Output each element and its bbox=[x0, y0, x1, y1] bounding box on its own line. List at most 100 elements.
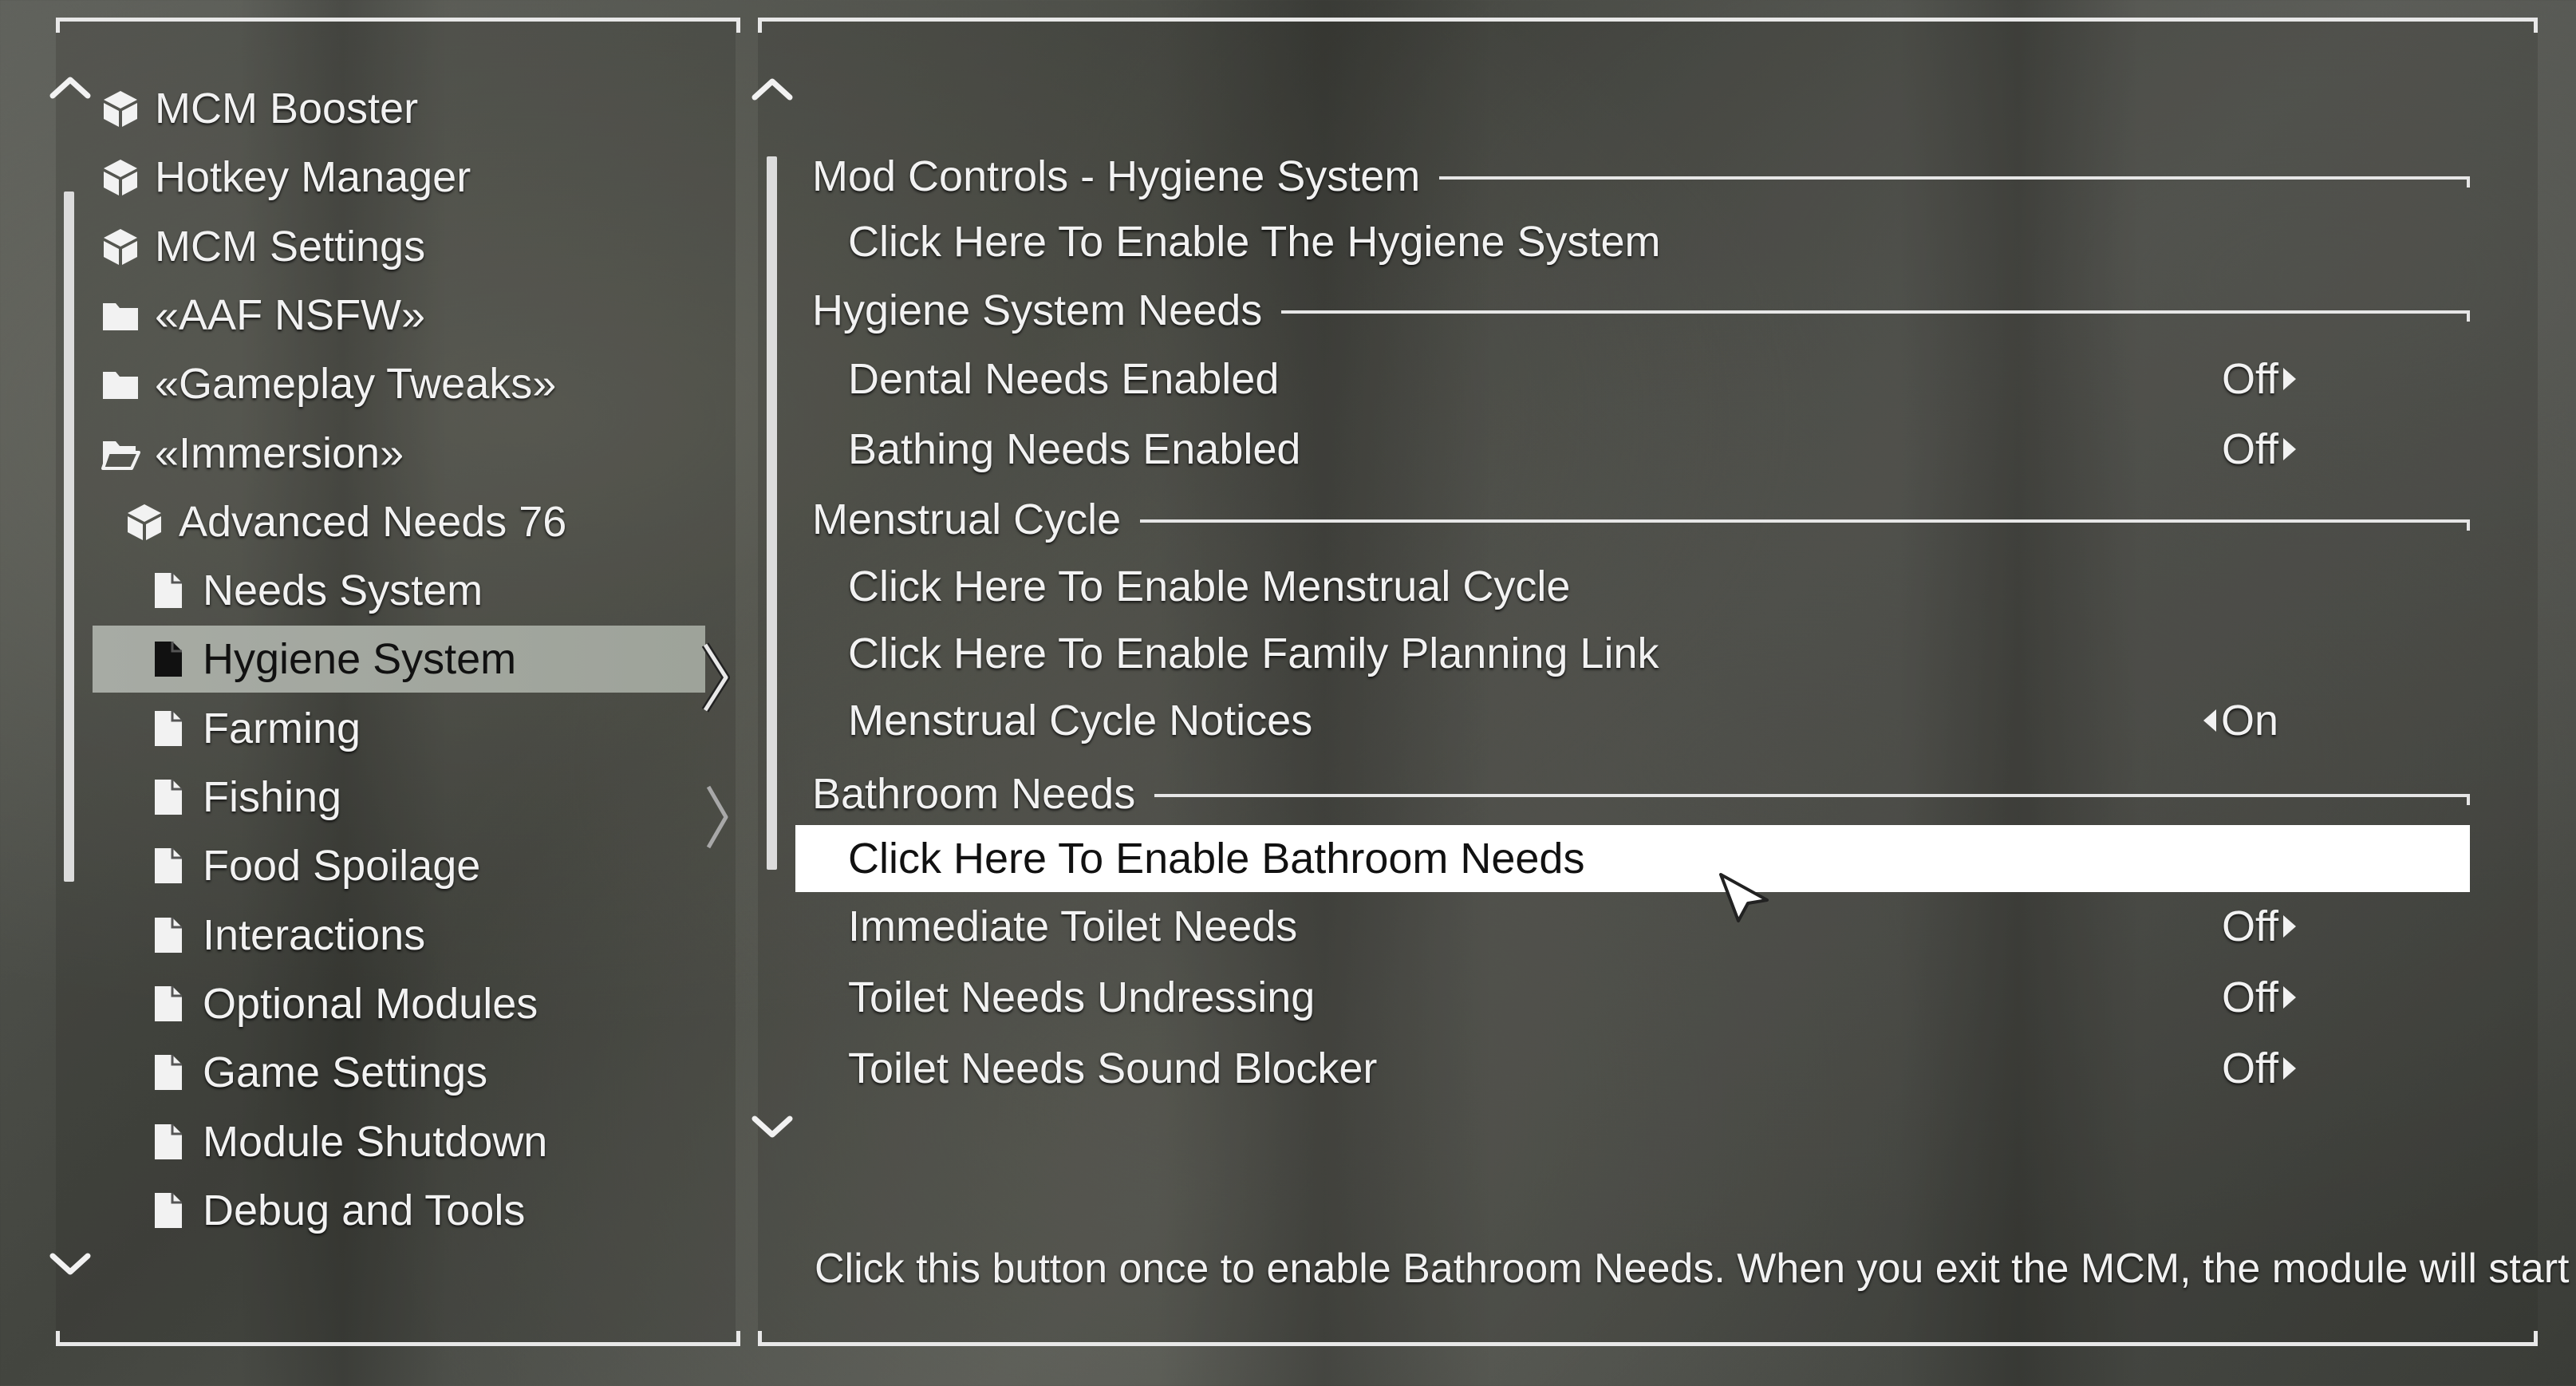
mod-list-item-label: Fishing bbox=[203, 773, 342, 821]
arrow-left-icon bbox=[2203, 709, 2216, 732]
mod-list-item-label: Module Shutdown bbox=[203, 1117, 548, 1166]
arrow-right-icon bbox=[2283, 986, 2297, 1009]
chevron-down-icon[interactable] bbox=[750, 1114, 795, 1141]
enable-button[interactable]: Click Here To Enable Menstrual Cycle bbox=[848, 555, 1570, 618]
option-label: Menstrual Cycle Notices bbox=[848, 697, 1313, 744]
mod-list-item[interactable]: MCM Booster bbox=[101, 75, 418, 142]
chevron-up-icon[interactable] bbox=[750, 75, 795, 102]
mod-list-item[interactable]: Optional Modules bbox=[148, 970, 538, 1037]
folder-icon bbox=[101, 295, 140, 335]
mod-list-item-label: MCM Settings bbox=[155, 222, 426, 270]
option-value-toggle[interactable]: On bbox=[2203, 689, 2278, 752]
enable-button[interactable]: Click Here To Enable The Hygiene System bbox=[848, 211, 1661, 273]
mod-list-frame-top bbox=[56, 18, 740, 33]
section-header-label: Mod Controls - Hygiene System bbox=[812, 152, 1421, 200]
mod-list-item[interactable]: Game Settings bbox=[148, 1039, 487, 1106]
page-icon bbox=[148, 1122, 188, 1162]
option-row[interactable]: Bathing Needs Enabled bbox=[848, 418, 1300, 480]
mod-list-item[interactable]: Farming bbox=[148, 695, 361, 762]
mod-list-item[interactable]: MCM Settings bbox=[101, 213, 425, 280]
mod-list-item[interactable]: Fishing bbox=[148, 764, 341, 831]
mod-list-item[interactable]: Hotkey Manager bbox=[101, 144, 471, 211]
option-row[interactable]: Dental Needs Enabled bbox=[848, 348, 1279, 410]
mod-list-item-label: MCM Booster bbox=[155, 85, 419, 132]
mouse-cursor-icon bbox=[1719, 873, 1769, 922]
option-value-toggle[interactable]: Off bbox=[2222, 348, 2297, 410]
mod-list-item-label: «Immersion» bbox=[155, 428, 404, 477]
option-value: Off bbox=[2222, 973, 2279, 1021]
option-value: Off bbox=[2222, 355, 2279, 403]
section-divider-end bbox=[2467, 519, 2470, 531]
chevron-right-icon bbox=[706, 785, 728, 849]
page-icon bbox=[148, 915, 188, 955]
mod-list-item[interactable]: «Gameplay Tweaks» bbox=[101, 350, 556, 417]
option-value-toggle[interactable]: Off bbox=[2222, 1037, 2297, 1100]
cube-icon bbox=[101, 157, 140, 197]
mod-list-item-label: Optional Modules bbox=[203, 979, 538, 1028]
mod-list-item-label: Needs System bbox=[203, 567, 483, 615]
mod-list-item[interactable]: Module Shutdown bbox=[148, 1108, 547, 1175]
option-row[interactable]: Menstrual Cycle Notices bbox=[848, 689, 1312, 752]
arrow-right-icon bbox=[2283, 1057, 2297, 1080]
mod-list-item-label: Farming bbox=[203, 704, 361, 752]
section-header: Menstrual Cycle bbox=[812, 492, 1121, 547]
mod-list-item-label: «Gameplay Tweaks» bbox=[155, 360, 557, 409]
option-label: Click Here To Enable The Hygiene System bbox=[848, 218, 1661, 266]
settings-scrollbar[interactable] bbox=[767, 156, 777, 870]
option-value: Off bbox=[2222, 902, 2279, 950]
mod-list-item[interactable]: Food Spoilage bbox=[148, 832, 480, 899]
mod-list-item[interactable]: Debug and Tools bbox=[148, 1177, 525, 1244]
option-label: Click Here To Enable Menstrual Cycle bbox=[848, 563, 1571, 610]
folder-open-icon bbox=[101, 433, 140, 473]
enable-button[interactable]: Click Here To Enable Family Planning Lin… bbox=[848, 622, 1659, 685]
option-label: Click Here To Enable Bathroom Needs bbox=[848, 835, 1585, 883]
section-divider bbox=[1439, 176, 2470, 180]
page-icon bbox=[148, 709, 188, 748]
mod-list-item-label: Hotkey Manager bbox=[155, 153, 471, 202]
settings-frame-top bbox=[758, 18, 2538, 33]
mod-list-item[interactable]: Interactions bbox=[148, 902, 425, 969]
mod-list-item[interactable]: «AAF NSFW» bbox=[101, 282, 425, 349]
page-icon bbox=[148, 639, 188, 679]
cube-icon bbox=[101, 227, 140, 267]
arrow-right-icon bbox=[2283, 368, 2297, 390]
chevron-down-icon[interactable] bbox=[48, 1251, 93, 1278]
section-header: Bathroom Needs bbox=[812, 766, 1135, 822]
section-header-label: Bathroom Needs bbox=[812, 770, 1136, 818]
option-label: Dental Needs Enabled bbox=[848, 355, 1280, 403]
arrow-right-icon bbox=[2283, 438, 2297, 460]
section-divider-end bbox=[2467, 310, 2470, 322]
chevron-up-icon[interactable] bbox=[48, 73, 93, 101]
page-icon bbox=[148, 777, 188, 817]
page-icon bbox=[148, 1052, 188, 1092]
page-icon bbox=[148, 984, 188, 1024]
option-value: Off bbox=[2222, 1044, 2279, 1092]
option-value: On bbox=[2221, 697, 2279, 744]
section-divider bbox=[1140, 519, 2470, 523]
mod-list-frame-bottom bbox=[56, 1331, 740, 1346]
cube-icon bbox=[124, 502, 164, 542]
mod-list-item-label: Food Spoilage bbox=[203, 842, 481, 890]
mod-list-item[interactable]: Advanced Needs 76 bbox=[124, 488, 566, 555]
option-label: Bathing Needs Enabled bbox=[848, 425, 1301, 473]
mod-list-item[interactable]: Needs System bbox=[148, 557, 483, 624]
option-row[interactable]: Toilet Needs Sound Blocker bbox=[848, 1037, 1377, 1100]
page-icon bbox=[148, 846, 188, 886]
option-label: Toilet Needs Undressing bbox=[848, 973, 1316, 1021]
option-row[interactable]: Immediate Toilet Needs bbox=[848, 895, 1297, 958]
option-value-toggle[interactable]: Off bbox=[2222, 418, 2297, 480]
mod-list-item[interactable]: «Immersion» bbox=[101, 420, 404, 487]
option-row[interactable]: Toilet Needs Undressing bbox=[848, 966, 1315, 1029]
option-value-toggle[interactable]: Off bbox=[2222, 966, 2297, 1029]
mod-list-scrollbar[interactable] bbox=[64, 192, 74, 882]
section-header-label: Menstrual Cycle bbox=[812, 496, 1122, 543]
enable-button[interactable]: Click Here To Enable Bathroom Needs bbox=[848, 827, 1584, 890]
mod-list-item[interactable]: Hygiene System bbox=[93, 626, 705, 693]
chevron-right-icon bbox=[701, 642, 730, 713]
cube-icon bbox=[101, 89, 140, 128]
folder-icon bbox=[101, 364, 140, 404]
option-value-toggle[interactable]: Off bbox=[2222, 895, 2297, 958]
mod-list-item-label: Debug and Tools bbox=[203, 1186, 526, 1234]
section-divider-end bbox=[2467, 176, 2470, 188]
mod-list-item-label: Interactions bbox=[203, 910, 426, 959]
